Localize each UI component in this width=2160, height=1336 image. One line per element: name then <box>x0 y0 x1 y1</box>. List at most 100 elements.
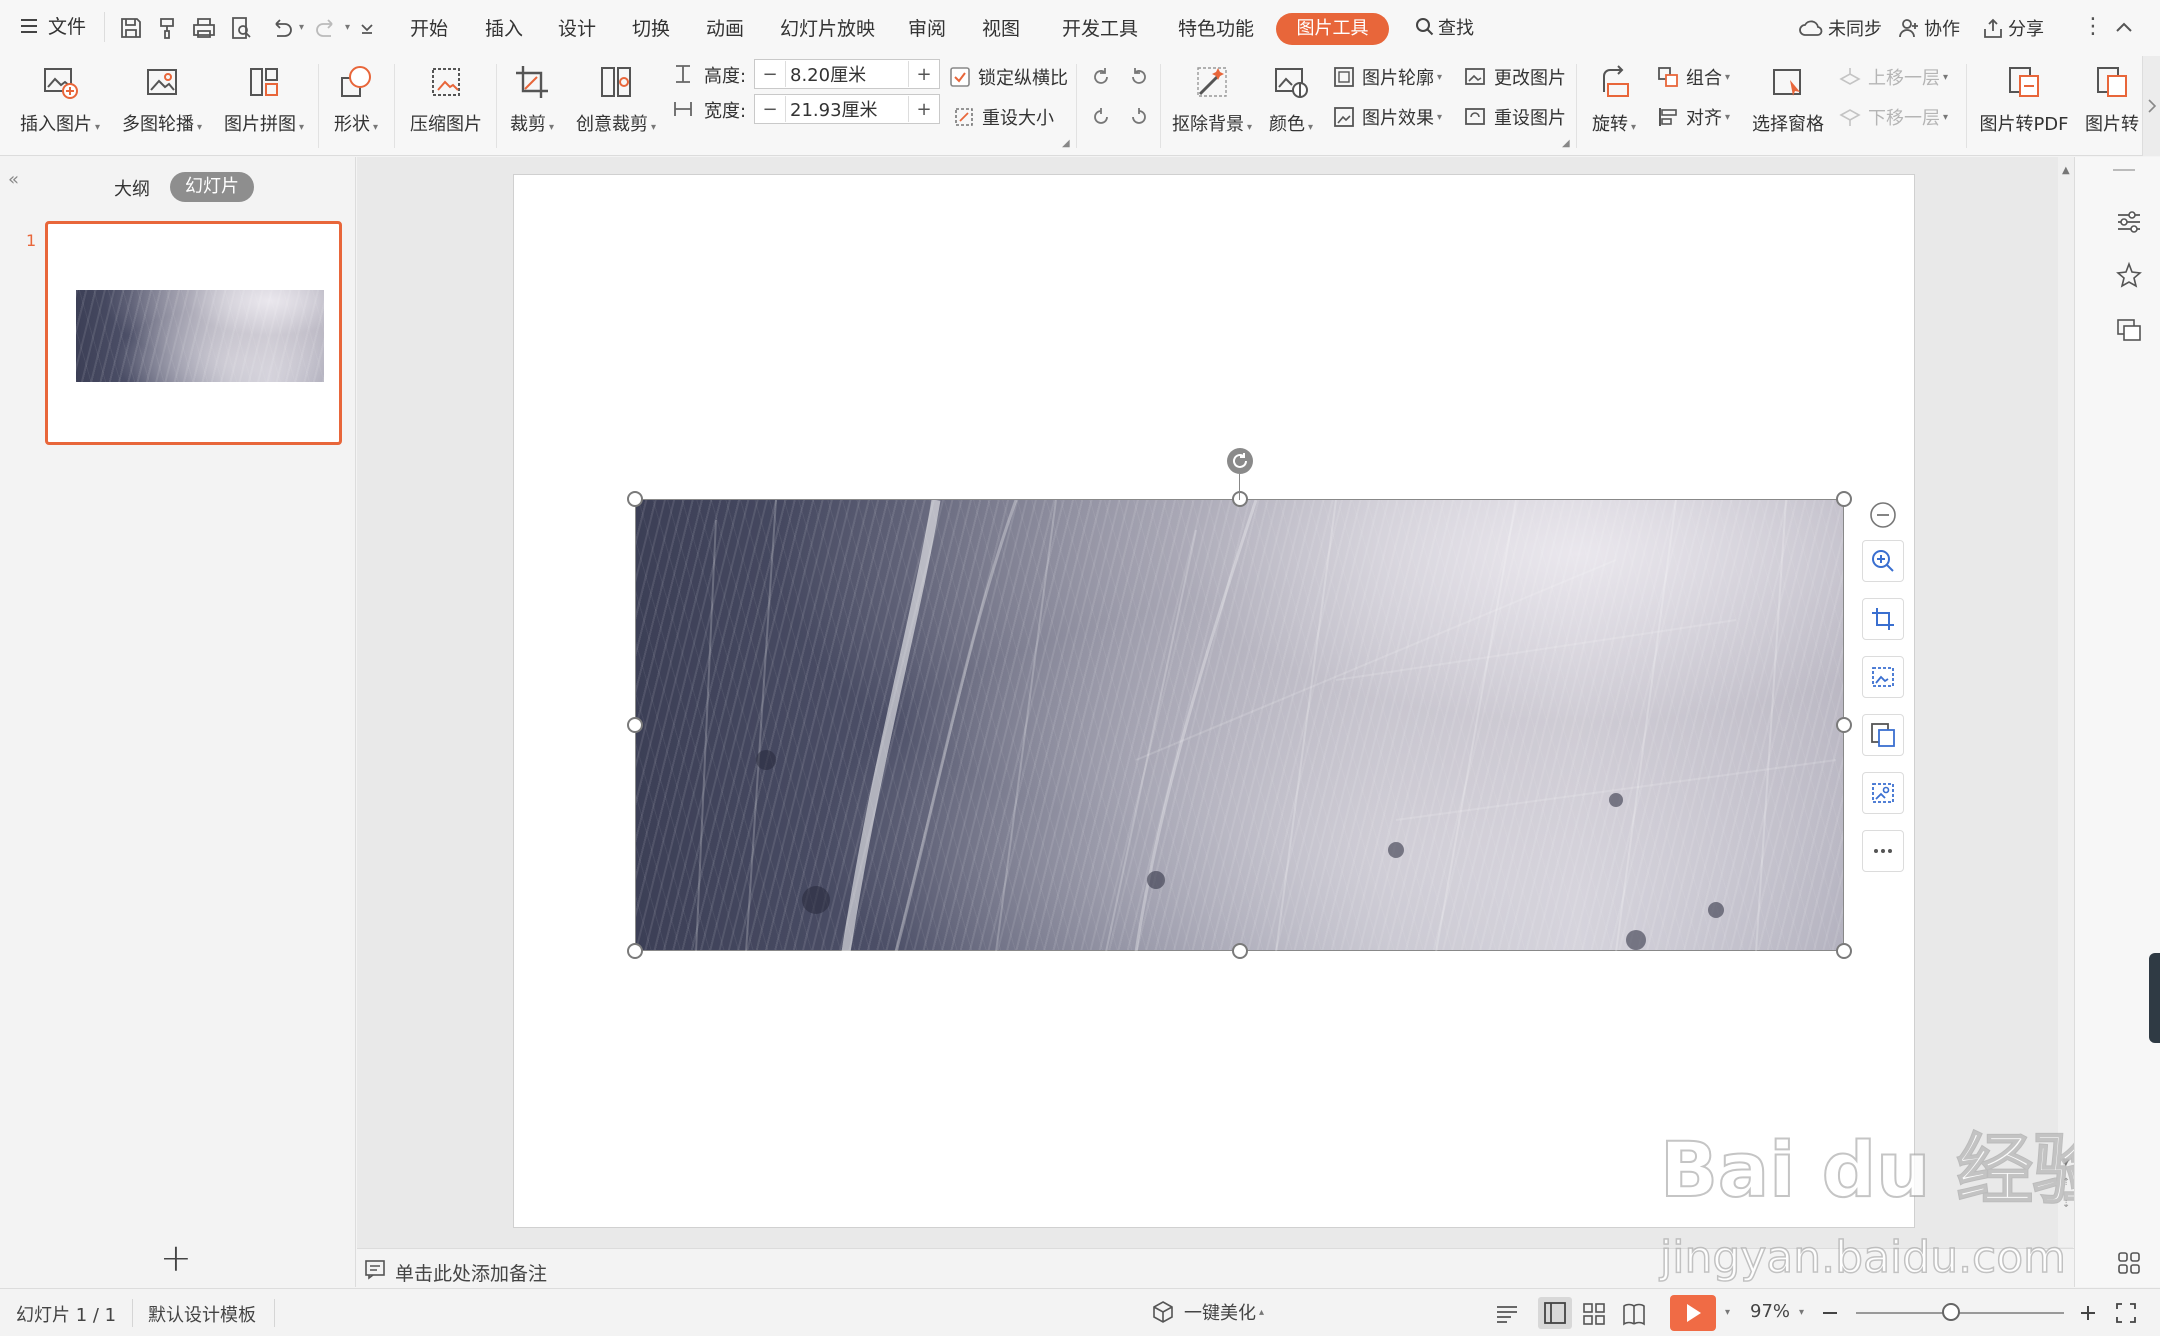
width-increment-button[interactable]: + <box>909 99 939 120</box>
picture-effects-button[interactable]: 图片效果 ▾ <box>1332 104 1442 130</box>
tab-review[interactable]: 审阅 <box>908 14 946 41</box>
collage-dropdown-icon[interactable]: ▾ <box>299 122 304 133</box>
creative-crop-dropdown-icon[interactable]: ▾ <box>651 122 656 133</box>
format-painter-icon[interactable] <box>155 15 181 41</box>
insert-picture-button[interactable]: 插入图片 ▾ <box>14 56 106 136</box>
more-options-icon[interactable]: ⋮ <box>2082 14 2104 39</box>
rotate-right-icon[interactable] <box>1126 64 1152 90</box>
sync-status[interactable]: 未同步 <box>1798 15 1882 41</box>
tab-slides[interactable]: 幻灯片 <box>170 172 254 202</box>
slide-sorter-icon[interactable] <box>1580 1300 1608 1328</box>
resize-handle-top-right[interactable] <box>1836 491 1852 507</box>
bring-forward-button[interactable]: 上移一层 ▾ <box>1838 64 1948 90</box>
play-slideshow-button[interactable] <box>1670 1295 1716 1331</box>
tab-special-features[interactable]: 特色功能 <box>1178 14 1254 41</box>
float-crop-button[interactable] <box>1862 598 1904 640</box>
zoom-dropdown-icon[interactable]: ▾ <box>1799 1307 1804 1318</box>
customize-toolbar-icon[interactable] <box>354 15 380 41</box>
share-button[interactable]: 分享 <box>1982 15 2044 41</box>
tab-animations[interactable]: 动画 <box>706 14 744 41</box>
collapse-panel-icon[interactable]: « <box>8 169 19 190</box>
beautify-dropdown-icon[interactable]: ▴ <box>1259 1307 1264 1318</box>
zoom-picture-button[interactable] <box>1862 540 1904 582</box>
remove-background-dropdown-icon[interactable]: ▾ <box>1247 122 1252 133</box>
selection-pane-button[interactable]: 选择窗格 <box>1748 56 1828 136</box>
multi-image-carousel-button[interactable]: 多图轮播 ▾ <box>116 56 208 136</box>
ribbon-scroll-right[interactable] <box>2142 56 2160 156</box>
resize-handle-top[interactable] <box>1232 491 1248 507</box>
print-preview-icon[interactable] <box>228 15 254 41</box>
prev-slide-icon[interactable]: ⇡ <box>2062 1177 2070 1188</box>
picture-convert-button[interactable]: 图片转 <box>2082 56 2142 136</box>
scroll-down-icon[interactable]: ▼ <box>2062 1157 2070 1168</box>
file-menu[interactable]: 文件 <box>18 12 86 39</box>
resize-handle-bottom-left[interactable] <box>627 943 643 959</box>
side-slider-tab[interactable] <box>2149 953 2160 1043</box>
scroll-up-icon[interactable]: ▲ <box>2062 165 2070 176</box>
tab-home[interactable]: 开始 <box>410 14 448 41</box>
resize-handle-right[interactable] <box>1836 717 1852 733</box>
zoom-slider-track[interactable] <box>1856 1312 2064 1314</box>
width-decrement-button[interactable]: − <box>755 99 785 120</box>
undo-icon[interactable] <box>268 15 294 41</box>
collapse-ribbon-icon[interactable] <box>2114 18 2134 38</box>
width-field[interactable]: − 21.93厘米 + <box>754 94 940 124</box>
align-button[interactable]: 对齐 ▾ <box>1656 104 1730 130</box>
size-dialog-launcher-icon[interactable]: ◢ <box>1062 138 1070 149</box>
tab-picture-tools[interactable]: 图片工具 <box>1276 13 1389 45</box>
rotation-handle-icon[interactable] <box>1226 447 1254 475</box>
float-picture-convert-button[interactable] <box>1862 714 1904 756</box>
zoom-slider-thumb[interactable] <box>1942 1303 1960 1321</box>
tab-view[interactable]: 视图 <box>982 14 1020 41</box>
align-dropdown-icon[interactable]: ▾ <box>1725 112 1730 123</box>
zoom-out-icon[interactable] <box>1820 1303 1840 1323</box>
effects-dropdown-icon[interactable]: ▾ <box>1437 112 1442 123</box>
color-dropdown-icon[interactable]: ▾ <box>1308 122 1313 133</box>
bring-forward-dropdown-icon[interactable]: ▾ <box>1943 72 1948 83</box>
notes-pane[interactable]: 单击此处添加备注 <box>357 1248 2074 1288</box>
width-value[interactable]: 21.93厘米 <box>785 96 909 122</box>
crop-button[interactable]: 裁剪 ▾ <box>504 56 560 136</box>
zoom-level[interactable]: 97% <box>1750 1301 1790 1322</box>
flip-horizontal-icon[interactable] <box>1126 104 1152 130</box>
shape-button[interactable]: 形状 ▾ <box>326 56 386 136</box>
next-slide-icon[interactable]: ⇣ <box>2062 1199 2070 1210</box>
animation-star-icon[interactable] <box>2114 261 2144 291</box>
beautify-button[interactable]: 一键美化 ▴ <box>1150 1299 1264 1325</box>
carousel-dropdown-icon[interactable]: ▾ <box>197 122 202 133</box>
tab-transitions[interactable]: 切换 <box>632 14 670 41</box>
color-button[interactable]: 颜色 ▾ <box>1266 56 1316 136</box>
change-picture-button[interactable]: 更改图片 <box>1464 64 1566 90</box>
compress-picture-button[interactable]: 压缩图片 <box>404 56 488 136</box>
print-icon[interactable] <box>191 15 217 41</box>
fit-to-window-icon[interactable] <box>2114 1301 2138 1325</box>
flip-vertical-icon[interactable] <box>1088 104 1114 130</box>
rotate-dropdown-icon[interactable]: ▾ <box>1631 122 1636 133</box>
send-backward-button[interactable]: 下移一层 ▾ <box>1838 104 1948 130</box>
tab-outline[interactable]: 大纲 <box>114 175 150 201</box>
vertical-scrollbar[interactable]: ▲ ▼ ⇡ ⇣ <box>2058 157 2074 1247</box>
send-backward-dropdown-icon[interactable]: ▾ <box>1943 112 1948 123</box>
insert-picture-dropdown-icon[interactable]: ▾ <box>95 122 100 133</box>
zoom-in-icon[interactable] <box>2078 1303 2098 1323</box>
tab-design[interactable]: 设计 <box>558 14 596 41</box>
height-decrement-button[interactable]: − <box>755 64 785 85</box>
resize-handle-bottom[interactable] <box>1232 943 1248 959</box>
shape-dropdown-icon[interactable]: ▾ <box>373 122 378 133</box>
resize-handle-left[interactable] <box>627 717 643 733</box>
float-picture-edit-button[interactable] <box>1862 656 1904 698</box>
search-button[interactable]: 查找 <box>1414 14 1474 40</box>
undo-dropdown-icon[interactable]: ▾ <box>299 22 304 33</box>
rotate-left-icon[interactable] <box>1088 64 1114 90</box>
height-field[interactable]: − 8.20厘米 + <box>754 59 940 89</box>
collapse-toolbar-icon[interactable] <box>1868 500 1898 530</box>
height-value[interactable]: 8.20厘米 <box>785 61 909 87</box>
float-more-button[interactable] <box>1862 830 1904 872</box>
reset-picture-button[interactable]: 重设图片 <box>1464 104 1566 130</box>
slideshow-dropdown-icon[interactable]: ▾ <box>1725 1307 1730 1318</box>
group-dropdown-icon[interactable]: ▾ <box>1725 72 1730 83</box>
outline-dropdown-icon[interactable]: ▾ <box>1437 72 1442 83</box>
picture-dialog-launcher-icon[interactable]: ◢ <box>1562 138 1570 149</box>
float-picture-settings-button[interactable] <box>1862 772 1904 814</box>
reset-size-button[interactable]: 重设大小 <box>952 104 1054 130</box>
